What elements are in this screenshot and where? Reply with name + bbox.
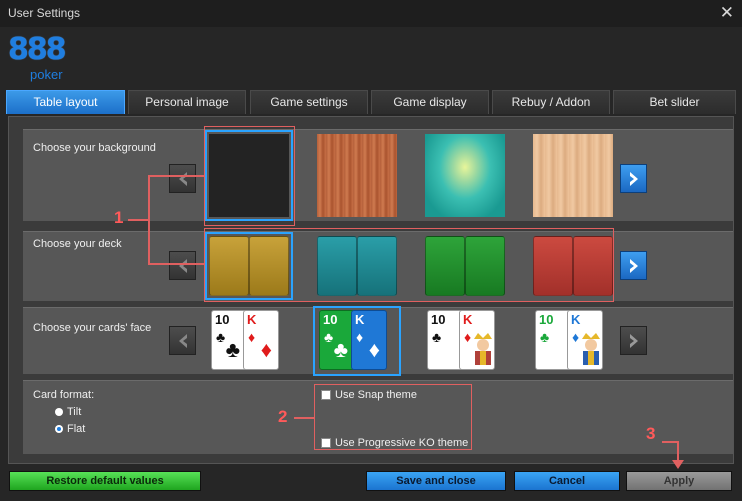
club-icon: ♣ xyxy=(216,329,226,345)
chevron-right-icon xyxy=(630,172,638,186)
annotation-line xyxy=(662,441,678,443)
card-king-diamonds: K ♦ ♦ xyxy=(351,310,387,370)
annotation-line xyxy=(148,175,204,177)
user-settings-window: User Settings ✕ 888 poker Table layout P… xyxy=(0,0,742,501)
background-prev-arrow[interactable] xyxy=(169,164,196,193)
diamond-icon: ♦ xyxy=(260,337,272,362)
card-ten-clubs: 10 ♣ ♣ xyxy=(319,310,355,370)
annotation-arrowhead xyxy=(672,460,684,469)
radio-button[interactable] xyxy=(55,425,63,433)
card-rank: 10 xyxy=(323,312,338,327)
deck-next-arrow[interactable] xyxy=(620,251,647,280)
background-label: Choose your background xyxy=(33,142,156,154)
apply-button[interactable]: Apply xyxy=(626,471,732,491)
card-king-face: K ♦ xyxy=(567,310,603,370)
annotation-box xyxy=(314,384,472,450)
annotation-line xyxy=(128,219,148,221)
logo-word: poker xyxy=(30,67,63,82)
cards-face-option-classic-royal[interactable]: 10 ♣ K ♦ xyxy=(425,310,505,372)
annotation-number: 2 xyxy=(278,407,288,426)
diamond-icon: ♦ xyxy=(356,329,364,345)
diamond-icon: ♦ xyxy=(368,337,380,362)
annotation-line xyxy=(148,175,150,264)
background-option-teal-diamond[interactable] xyxy=(425,134,505,217)
diamond-icon: ♦ xyxy=(248,329,256,345)
window-title: User Settings xyxy=(8,6,81,20)
card-format-tilt[interactable]: Tilt xyxy=(55,406,82,418)
tab-bet-slider[interactable]: Bet slider xyxy=(613,90,736,114)
save-and-close-button[interactable]: Save and close xyxy=(366,471,506,491)
card-format-tilt-label: Tilt xyxy=(67,406,82,418)
cards-face-prev-arrow[interactable] xyxy=(169,326,196,355)
card-rank: K xyxy=(355,312,365,327)
club-icon: ♣ xyxy=(432,329,442,345)
card-rank: 10 xyxy=(431,312,446,327)
annotation-line xyxy=(294,417,314,419)
radio-button[interactable] xyxy=(55,408,63,416)
club-icon: ♣ xyxy=(324,329,334,345)
settings-tabs: Table layout Personal image Game setting… xyxy=(6,90,736,114)
chevron-left-icon xyxy=(179,259,187,273)
close-icon[interactable]: ✕ xyxy=(720,3,734,23)
tab-game-settings[interactable]: Game settings xyxy=(250,90,368,114)
annotation-box xyxy=(204,126,295,226)
chevron-right-icon xyxy=(630,259,638,273)
chevron-left-icon xyxy=(179,172,187,186)
deck-prev-arrow[interactable] xyxy=(169,251,196,280)
tab-table-layout[interactable]: Table layout xyxy=(6,90,125,114)
tab-personal-image[interactable]: Personal image xyxy=(128,90,246,114)
background-option-wood-light[interactable] xyxy=(533,134,613,217)
king-face-icon xyxy=(582,333,600,365)
card-ten-clubs: 10 ♣ xyxy=(535,310,571,370)
card-rank: 10 xyxy=(539,312,554,327)
card-format-flat[interactable]: Flat xyxy=(55,423,86,435)
tab-game-display[interactable]: Game display xyxy=(371,90,489,114)
club-icon: ♣ xyxy=(333,337,348,362)
chevron-right-icon xyxy=(630,334,638,348)
card-king-diamonds: K ♦ ♦ xyxy=(243,310,279,370)
club-icon: ♣ xyxy=(225,337,240,362)
annotation-box xyxy=(204,228,614,302)
card-format-label: Card format: xyxy=(33,389,95,401)
cards-face-option-classic[interactable]: 10 ♣ ♣ K ♦ ♦ xyxy=(209,310,289,372)
card-format-flat-label: Flat xyxy=(67,423,86,435)
annotation-number: 1 xyxy=(114,208,124,227)
deck-label: Choose your deck xyxy=(33,238,122,250)
club-icon: ♣ xyxy=(540,329,550,345)
card-ten-clubs: 10 ♣ xyxy=(427,310,463,370)
logo-numerals: 888 xyxy=(8,32,67,67)
888poker-logo: 888 poker xyxy=(8,32,78,84)
card-rank: 10 xyxy=(215,312,230,327)
cancel-button[interactable]: Cancel xyxy=(514,471,620,491)
cards-face-label: Choose your cards' face xyxy=(33,322,152,334)
cards-face-next-arrow[interactable] xyxy=(620,326,647,355)
cards-face-option-four-color[interactable]: 10 ♣ ♣ K ♦ ♦ xyxy=(313,306,401,376)
cards-face-section: Choose your cards' face 10 ♣ ♣ K ♦ ♦ 10 … xyxy=(23,306,733,376)
restore-defaults-button[interactable]: Restore default values xyxy=(9,471,201,491)
diamond-icon: ♦ xyxy=(464,329,472,345)
chevron-left-icon xyxy=(179,334,187,348)
card-ten-clubs: 10 ♣ ♣ xyxy=(211,310,247,370)
annotation-line xyxy=(148,263,204,265)
king-face-icon xyxy=(474,333,492,365)
cards-face-option-four-color-royal[interactable]: 10 ♣ K ♦ xyxy=(533,310,613,372)
card-king-face: K ♦ xyxy=(459,310,495,370)
card-rank: K xyxy=(571,312,581,327)
background-next-arrow[interactable] xyxy=(620,164,647,193)
diamond-icon: ♦ xyxy=(572,329,580,345)
background-option-wood-red[interactable] xyxy=(317,134,397,217)
title-bar: User Settings ✕ xyxy=(0,0,742,27)
card-rank: K xyxy=(247,312,257,327)
annotation-number: 3 xyxy=(646,424,656,443)
tab-rebuy-addon[interactable]: Rebuy / Addon xyxy=(492,90,610,114)
background-section: Choose your background xyxy=(23,129,733,221)
card-rank: K xyxy=(463,312,473,327)
